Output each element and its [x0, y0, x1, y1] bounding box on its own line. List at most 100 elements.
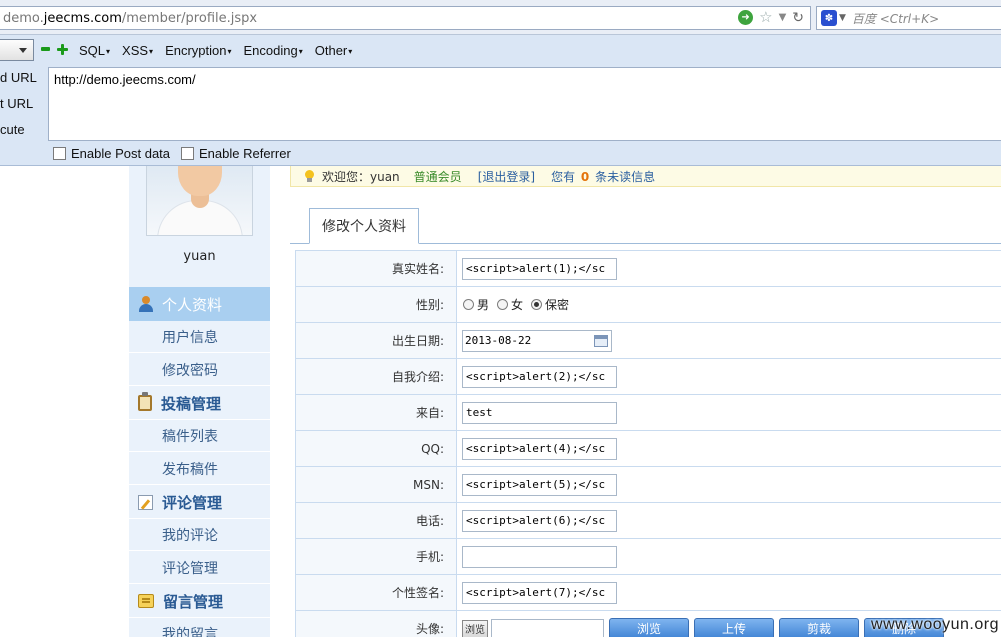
logout-link[interactable]: [退出登录] — [478, 168, 535, 185]
menu-encryption[interactable]: Encryption▾ — [165, 43, 231, 58]
checkbox-box[interactable] — [53, 147, 66, 160]
radio-button-selected[interactable] — [531, 299, 543, 310]
load-url-button[interactable]: d URL — [0, 70, 37, 85]
profile-form: 真实姓名: <script>alert(1);</sc 性别: 男 女 保密 出… — [295, 250, 1001, 637]
edit-note-icon — [138, 494, 153, 510]
unread-messages-link[interactable]: 您有 0 条未读信息 — [551, 168, 655, 185]
member-type: 普通会员 — [413, 169, 462, 184]
search-engine-dropdown-icon[interactable]: ▼ — [839, 13, 846, 23]
welcome-text: 欢迎您：yuan — [322, 169, 400, 184]
gender-male-option[interactable]: 男 — [463, 296, 489, 313]
menu-sql[interactable]: SQL▾ — [79, 43, 110, 58]
url-host: jeecms.com — [43, 10, 122, 26]
url-prefix: demo. — [3, 10, 44, 26]
unread-count: 0 — [580, 169, 590, 184]
nav-personal-info[interactable]: 个人资料 — [129, 287, 270, 321]
phone-input[interactable]: <script>alert(6);</sc — [462, 509, 617, 532]
go-arrow-icon[interactable]: ➜ — [738, 10, 754, 25]
form-row-intro: 自我介绍: <script>alert(2);</sc — [296, 359, 1001, 395]
execute-button[interactable]: cute — [0, 122, 25, 137]
phone-label: 电话: — [296, 503, 457, 538]
history-dropdown-icon[interactable]: ▼ — [779, 12, 787, 23]
form-row-qq: QQ: <script>alert(4);</sc — [296, 431, 1001, 467]
nav-user-info[interactable]: 用户信息 — [129, 321, 270, 353]
form-row-signature: 个性签名: <script>alert(7);</sc — [296, 575, 1001, 611]
hackbar-action-select[interactable] — [0, 39, 34, 61]
signature-label: 个性签名: — [296, 575, 457, 610]
form-row-msn: MSN: <script>alert(5);</sc — [296, 467, 1001, 503]
message-icon — [138, 594, 154, 608]
enable-referrer-checkbox[interactable]: Enable Referrer — [181, 146, 291, 161]
address-bar[interactable]: demo. jeecms.com/member/profile.jspx ➜ ☆ … — [0, 6, 811, 30]
from-input[interactable]: test — [462, 401, 617, 424]
hackbar-url-textarea[interactable]: http://demo.jeecms.com/ — [48, 67, 1001, 141]
baidu-paw-icon[interactable]: ✽ — [821, 10, 837, 26]
msn-label: MSN: — [296, 467, 457, 502]
qq-label: QQ: — [296, 431, 457, 466]
gender-secret-option[interactable]: 保密 — [531, 296, 569, 313]
msn-input[interactable]: <script>alert(5);</sc — [462, 473, 617, 496]
enable-referrer-label: Enable Referrer — [199, 146, 291, 161]
gender-female-option[interactable]: 女 — [497, 296, 523, 313]
nav-my-comments[interactable]: 我的评论 — [129, 519, 270, 551]
increase-icon[interactable] — [57, 44, 68, 55]
decrease-icon[interactable] — [41, 47, 50, 51]
radio-button[interactable] — [497, 299, 509, 310]
nav-personal-info-label: 个人资料 — [162, 295, 223, 314]
form-row-mobile: 手机: — [296, 539, 1001, 575]
form-row-gender: 性别: 男 女 保密 — [296, 287, 1001, 323]
username: yuan — [183, 249, 216, 264]
hackbar-menu-bar: SQL▾ XSS▾ Encryption▾ Encoding▾ Other▾ — [79, 43, 352, 58]
nav-comment-admin[interactable]: 评论管理 — [129, 552, 270, 584]
browse-button[interactable]: 浏览 — [609, 617, 689, 637]
nav-my-messages[interactable]: 我的留言 — [129, 618, 270, 637]
enable-post-checkbox[interactable]: Enable Post data — [53, 146, 170, 161]
member-sidebar: yuan 个人资料 用户信息 修改密码 投稿管理 稿件列表 发布稿件 评论管理 … — [129, 166, 270, 637]
avatar-label: 头像: — [296, 611, 457, 637]
bookmark-star-icon[interactable]: ☆ — [759, 10, 772, 25]
radio-button[interactable] — [463, 299, 474, 310]
hackbar-panel: SQL▾ XSS▾ Encryption▾ Encoding▾ Other▾ d… — [0, 35, 1001, 166]
file-browse-button[interactable]: 浏览 — [462, 619, 488, 637]
nav-change-password[interactable]: 修改密码 — [129, 354, 270, 386]
search-placeholder: 百度 <Ctrl+K> — [851, 11, 940, 26]
mobile-input[interactable] — [462, 545, 617, 568]
nav-comment-mgmt[interactable]: 评论管理 — [129, 486, 270, 519]
avatar-file-input[interactable] — [491, 618, 604, 637]
birthday-input[interactable]: 2013-08-22 — [462, 329, 612, 352]
reload-icon[interactable]: ↻ — [792, 11, 804, 25]
birthday-label: 出生日期: — [296, 323, 457, 358]
mobile-label: 手机: — [296, 539, 457, 574]
signature-input[interactable]: <script>alert(7);</sc — [462, 581, 617, 604]
welcome-notice: 欢迎您：yuan 普通会员 [退出登录] 您有 0 条未读信息 — [290, 166, 1001, 187]
intro-label: 自我介绍: — [296, 359, 457, 394]
nav-message-mgmt[interactable]: 留言管理 — [129, 585, 270, 618]
form-row-realname: 真实姓名: <script>alert(1);</sc — [296, 251, 1001, 287]
qq-input[interactable]: <script>alert(4);</sc — [462, 437, 617, 460]
nav-manuscript-list[interactable]: 稿件列表 — [129, 420, 270, 452]
tab-edit-profile[interactable]: 修改个人资料 — [309, 208, 419, 244]
menu-encoding[interactable]: Encoding▾ — [244, 43, 303, 58]
menu-xss[interactable]: XSS▾ — [122, 43, 153, 58]
upload-button[interactable]: 上传 — [694, 617, 774, 637]
search-box[interactable]: ✽ ▼ 百度 <Ctrl+K> — [816, 6, 1001, 30]
person-icon — [138, 296, 154, 312]
nav-publish-manuscript[interactable]: 发布稿件 — [129, 453, 270, 485]
nav-contribution-mgmt[interactable]: 投稿管理 — [129, 387, 270, 420]
crop-button[interactable]: 剪裁 — [779, 617, 859, 637]
intro-input[interactable]: <script>alert(2);</sc — [462, 365, 617, 388]
form-row-from: 来自: test — [296, 395, 1001, 431]
gender-radio-group: 男 女 保密 — [463, 296, 571, 313]
realname-input[interactable]: <script>alert(1);</sc — [462, 257, 617, 280]
form-row-birthday: 出生日期: 2013-08-22 — [296, 323, 1001, 359]
menu-other[interactable]: Other▾ — [315, 43, 353, 58]
browser-toolbar: demo. jeecms.com/member/profile.jspx ➜ ☆ … — [0, 0, 1001, 35]
checkbox-box[interactable] — [181, 147, 194, 160]
clipboard-icon — [138, 392, 152, 411]
split-url-button[interactable]: t URL — [0, 96, 33, 111]
calendar-icon[interactable] — [594, 334, 608, 347]
from-label: 来自: — [296, 395, 457, 430]
form-row-phone: 电话: <script>alert(6);</sc — [296, 503, 1001, 539]
realname-label: 真实姓名: — [296, 251, 457, 286]
watermark: www.wooyun.org — [871, 616, 999, 633]
